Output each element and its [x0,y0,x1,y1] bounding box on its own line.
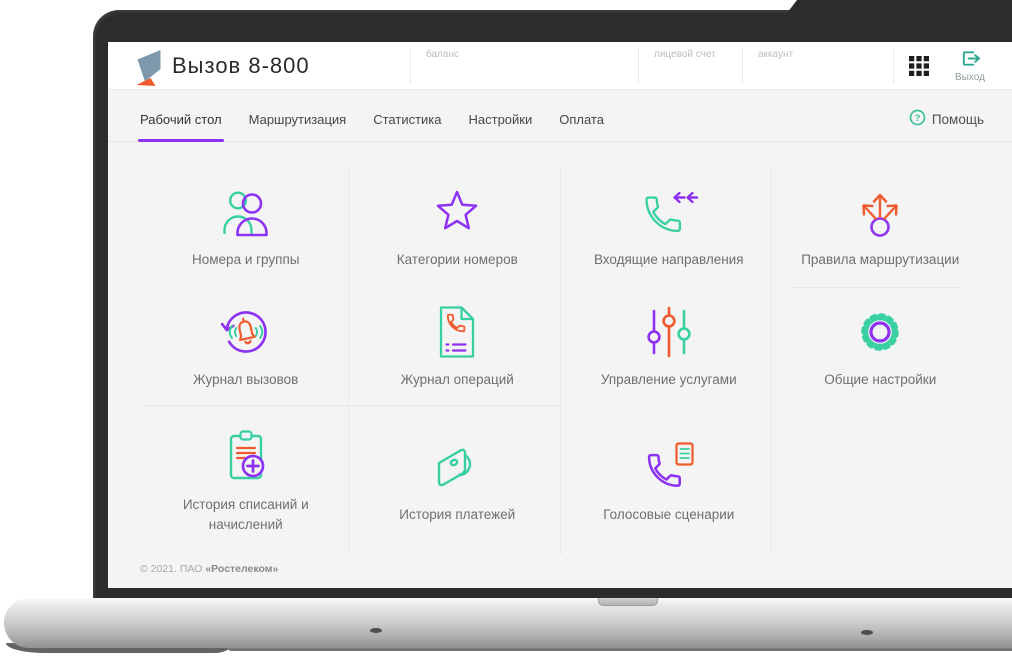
call-log-icon [218,302,274,362]
tile-label: История списаний и начислений [182,497,309,532]
account-field-label: аккаунт [758,49,794,60]
clipboard-plus-icon [222,427,270,487]
help-link[interactable]: ? Помощь [909,109,984,141]
wallet-icon [431,437,483,497]
tab-desktop[interactable]: Рабочий стол [138,112,224,142]
laptop-foot [370,628,382,633]
logout-button[interactable]: Выход [946,49,994,83]
grid-divider [140,405,560,406]
app-title: Вызов 8-800 [172,53,310,78]
logout-label: Выход [955,72,985,83]
laptop-latch-notch [598,598,658,606]
copyright-company: «Ростелеком» [205,563,279,575]
tile-routing-rules[interactable]: Правила маршрутизации [775,165,987,287]
tile-label: Правила маршрутизации [801,252,960,268]
header-divider [893,48,894,84]
star-icon [429,182,485,242]
laptop-base [4,598,1012,653]
tile-label: Журнал операций [400,372,514,388]
help-label: Помощь [931,111,984,127]
tab-settings[interactable]: Настройки [469,112,533,141]
tile-label: Общие настройки [824,372,937,388]
tile-voice-scenarios[interactable]: Голосовые сценарии [563,405,775,557]
dashboard-grid: Номера и группы Категории номеров Входящ… [140,165,986,557]
laptop-lid-corner [765,0,1012,42]
tile-numbers-and-groups[interactable]: Номера и группы [140,165,352,287]
tile-charges-history[interactable]: История списаний и начислений [140,405,352,557]
tile-service-management[interactable]: Управление услугами [563,287,775,405]
operations-log-icon [434,302,480,362]
gear-icon [852,302,908,362]
tile-incoming-directions[interactable]: Входящие направления [563,165,775,287]
svg-text:?: ? [914,113,920,124]
tile-label: Категории номеров [396,252,518,268]
grid-divider [790,287,960,288]
account-number-field-label: лицевой счет [654,49,716,60]
tile-general-settings[interactable]: Общие настройки [775,287,987,405]
tile-payment-history[interactable]: История платежей [352,405,564,557]
header-divider [742,48,743,84]
voice-script-icon [640,437,698,497]
balance-field-label: баланс [426,49,459,60]
help-icon: ? [909,109,926,129]
tile-label: Голосовые сценарии [603,507,735,523]
tile-call-log[interactable]: Журнал вызовов [140,287,352,405]
grid-divider [348,167,350,555]
tile-label: История платежей [399,507,516,523]
grid-divider [559,167,561,555]
tile-label: Входящие направления [593,252,744,268]
header-divider [638,48,639,84]
grid-divider [771,167,773,555]
tile-label: Журнал вызовов [193,372,299,388]
copyright-prefix: © 2021. ПАО [140,563,203,575]
tile-label: Управление услугами [600,372,737,388]
tab-routing[interactable]: Маршрутизация [249,112,347,141]
sliders-icon [643,302,695,362]
routing-arrows-icon [852,182,908,242]
screen: Вызов 8-800 баланс лицевой счет аккаунт [108,42,1012,588]
app-header: Вызов 8-800 баланс лицевой счет аккаунт [108,42,1012,90]
laptop-foot [861,630,873,635]
apps-grid-icon [909,56,929,79]
apps-grid-button[interactable] [908,56,930,78]
tab-statistics[interactable]: Статистика [373,112,441,141]
logout-icon [958,51,982,71]
users-icon [217,182,275,242]
incoming-call-icon [639,182,699,242]
tile-operations-log[interactable]: Журнал операций [352,287,564,405]
tile-number-categories[interactable]: Категории номеров [352,165,564,287]
main-nav: Рабочий стол Маршрутизация Статистика На… [108,90,1012,142]
header-divider [410,48,411,84]
copyright-notice: © 2021. ПАО «Ростелеком» [140,563,278,575]
tile-label: Номера и группы [192,252,300,268]
tab-payment[interactable]: Оплата [559,112,604,141]
app-logo-icon [134,48,164,91]
